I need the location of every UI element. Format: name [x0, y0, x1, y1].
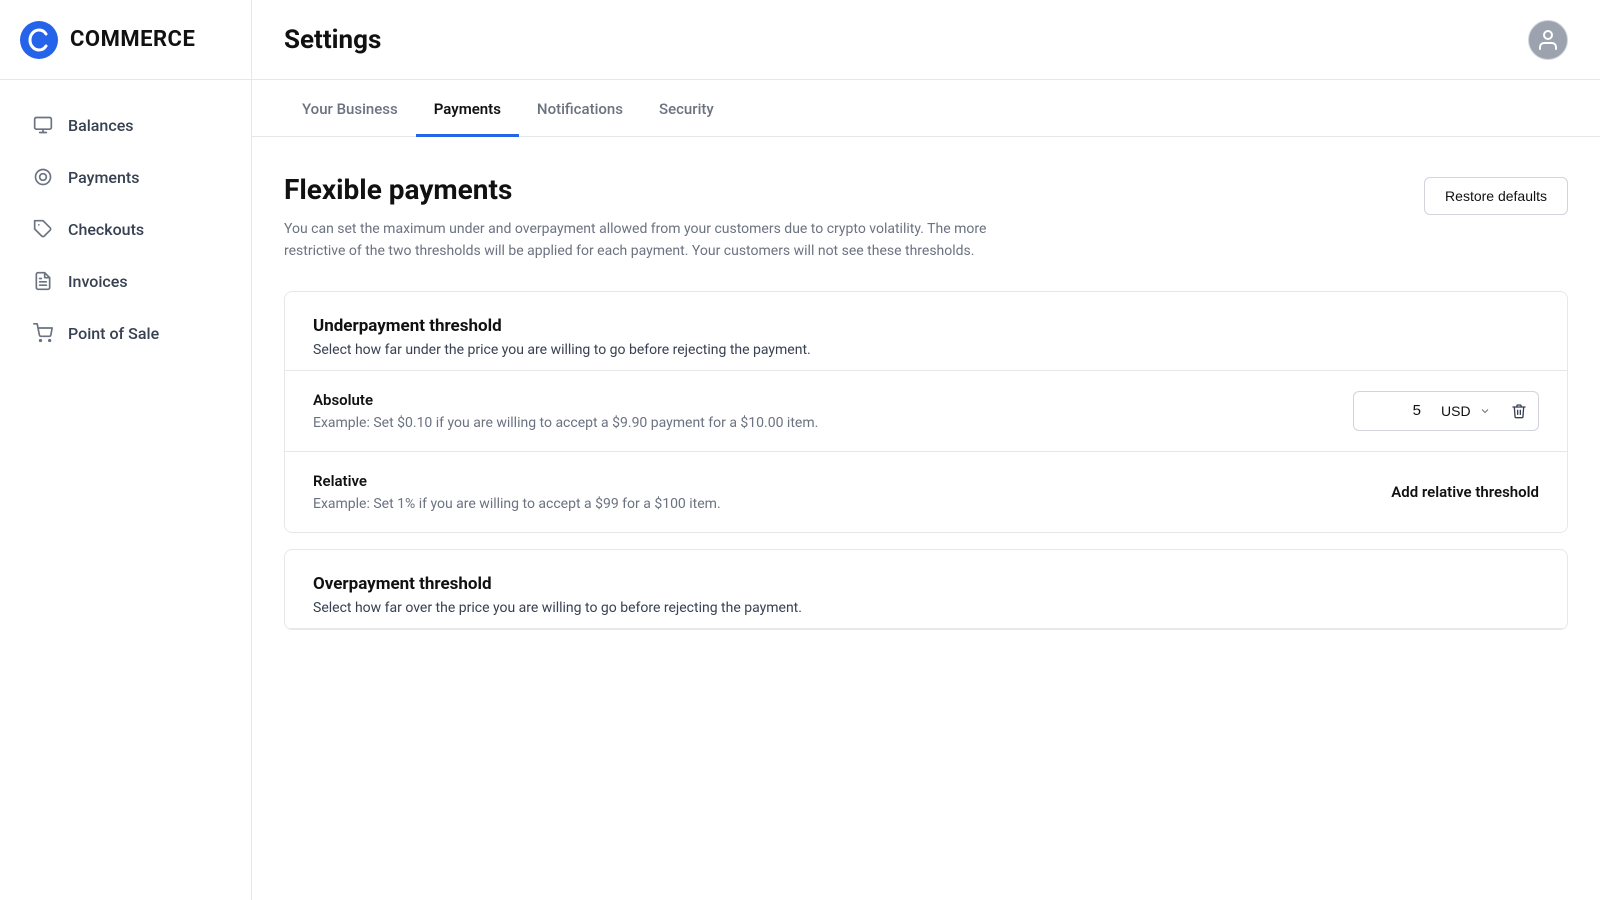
sidebar-item-invoices[interactable]: Invoices	[8, 256, 243, 306]
overpayment-card-header: Overpayment threshold Select how far ove…	[285, 550, 1567, 629]
absolute-value-input[interactable]	[1353, 391, 1433, 431]
sidebar-item-point-of-sale[interactable]: Point of Sale	[8, 308, 243, 358]
user-icon	[1536, 28, 1560, 52]
relative-desc: Example: Set 1% if you are willing to ac…	[313, 496, 721, 512]
sidebar-item-checkouts[interactable]: Checkouts	[8, 204, 243, 254]
sidebar-header: COMMERCE	[0, 0, 251, 80]
relative-row-info: Relative Example: Set 1% if you are will…	[313, 472, 721, 512]
tab-notifications[interactable]: Notifications	[519, 80, 641, 137]
sidebar-item-payments[interactable]: Payments	[8, 152, 243, 202]
tab-your-business[interactable]: Your Business	[284, 80, 416, 137]
commerce-logo-icon	[20, 21, 58, 59]
circle-icon	[32, 166, 54, 188]
underpayment-title: Underpayment threshold	[313, 316, 1539, 336]
tabs-bar: Your Business Payments Notifications Sec…	[252, 80, 1600, 137]
absolute-title: Absolute	[313, 391, 818, 409]
shopping-cart-icon	[32, 322, 54, 344]
nav-list: Balances Payments Checkouts	[0, 80, 251, 378]
tab-payments[interactable]: Payments	[416, 80, 519, 137]
sidebar-item-invoices-label: Invoices	[68, 272, 128, 291]
tag-icon	[32, 218, 54, 240]
absolute-row-info: Absolute Example: Set $0.10 if you are w…	[313, 391, 818, 431]
underpayment-card-header: Underpayment threshold Select how far un…	[285, 292, 1567, 371]
absolute-threshold-row: Absolute Example: Set $0.10 if you are w…	[285, 371, 1567, 452]
underpayment-subtitle: Select how far under the price you are w…	[313, 342, 1539, 358]
section-title: Flexible payments	[284, 173, 1004, 206]
sidebar-item-pos-label: Point of Sale	[68, 324, 159, 343]
user-avatar[interactable]	[1528, 20, 1568, 60]
tab-security[interactable]: Security	[641, 80, 732, 137]
overpayment-title: Overpayment threshold	[313, 574, 1539, 594]
main-content: Settings Your Business Payments Notifica…	[252, 0, 1600, 900]
app-name: COMMERCE	[70, 27, 195, 52]
relative-threshold-row: Relative Example: Set 1% if you are will…	[285, 452, 1567, 532]
sidebar-item-payments-label: Payments	[68, 168, 139, 187]
monitor-icon	[32, 114, 54, 136]
content-area: Flexible payments You can set the maximu…	[252, 137, 1600, 900]
restore-defaults-button[interactable]: Restore defaults	[1424, 177, 1568, 215]
overpayment-threshold-card: Overpayment threshold Select how far ove…	[284, 549, 1568, 630]
trash-icon	[1511, 403, 1527, 419]
overpayment-subtitle: Select how far over the price you are wi…	[313, 600, 1539, 616]
topbar: Settings	[252, 0, 1600, 80]
file-text-icon	[32, 270, 54, 292]
relative-title: Relative	[313, 472, 721, 490]
absolute-delete-button[interactable]	[1499, 391, 1539, 431]
add-relative-threshold-link[interactable]: Add relative threshold	[1391, 482, 1539, 501]
sidebar-item-checkouts-label: Checkouts	[68, 220, 144, 239]
underpayment-threshold-card: Underpayment threshold Select how far un…	[284, 291, 1568, 533]
sidebar-item-balances-label: Balances	[68, 116, 134, 135]
absolute-controls: USD EUR GBP BTC ETH	[1353, 391, 1539, 431]
section-header: Flexible payments You can set the maximu…	[284, 173, 1568, 263]
section-intro: Flexible payments You can set the maximu…	[284, 173, 1004, 263]
sidebar: COMMERCE Balances Payments	[0, 0, 252, 900]
absolute-currency-select[interactable]: USD EUR GBP BTC ETH	[1433, 391, 1499, 431]
section-desc: You can set the maximum under and overpa…	[284, 218, 1004, 263]
absolute-desc: Example: Set $0.10 if you are willing to…	[313, 415, 818, 431]
sidebar-item-balances[interactable]: Balances	[8, 100, 243, 150]
page-title: Settings	[284, 25, 381, 55]
